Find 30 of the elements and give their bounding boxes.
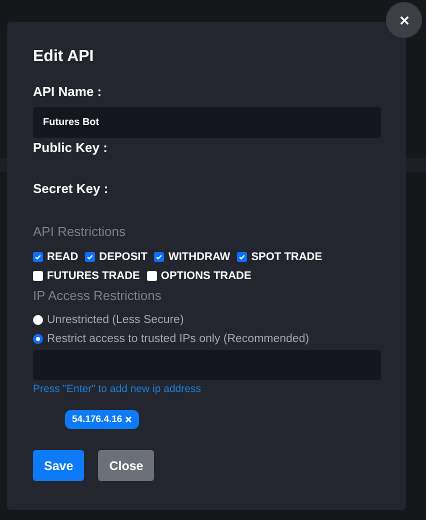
- radio-button[interactable]: [33, 334, 43, 344]
- field-label: Secret Key :: [33, 181, 110, 197]
- checkbox[interactable]: [85, 252, 96, 262]
- checkbox-label: READ: [47, 250, 78, 262]
- checkbox[interactable]: [237, 252, 248, 262]
- section-heading: API Restrictions: [33, 224, 126, 240]
- checkbox[interactable]: [33, 252, 43, 262]
- ip-tag[interactable]: 54.176.4.16: [65, 410, 140, 429]
- modal-title: Edit API: [33, 47, 95, 67]
- radio-label: Unrestricted (Less Secure): [47, 314, 184, 326]
- input-field[interactable]: Futures Bot: [33, 107, 381, 138]
- close-button[interactable]: [386, 2, 422, 38]
- field-label: API Name :: [33, 84, 103, 100]
- radio-button[interactable]: [33, 314, 43, 324]
- checkbox[interactable]: [154, 252, 164, 262]
- section-heading: IP Access Restrictions: [33, 288, 162, 304]
- checkbox-label: WITHDRAW: [168, 250, 230, 262]
- checkbox[interactable]: [146, 270, 157, 280]
- field-label: Public Key :: [33, 140, 108, 156]
- checkbox[interactable]: [33, 270, 43, 280]
- checkbox-label: DEPOSIT: [99, 250, 148, 262]
- radio-label: Restrict access to trusted IPs only (Recommended): [47, 332, 310, 344]
- save-button[interactable]: Save: [33, 450, 84, 481]
- checkbox-label: SPOT TRADE: [251, 250, 322, 262]
- close-icon: [400, 16, 408, 24]
- checkbox-label: FUTURES TRADE: [47, 270, 140, 282]
- hint-text: Press "Enter" to add new ip address: [33, 382, 202, 396]
- checkbox-label: OPTIONS TRADE: [160, 270, 252, 282]
- close-button[interactable]: Close: [98, 450, 154, 481]
- remove-icon[interactable]: [125, 416, 132, 423]
